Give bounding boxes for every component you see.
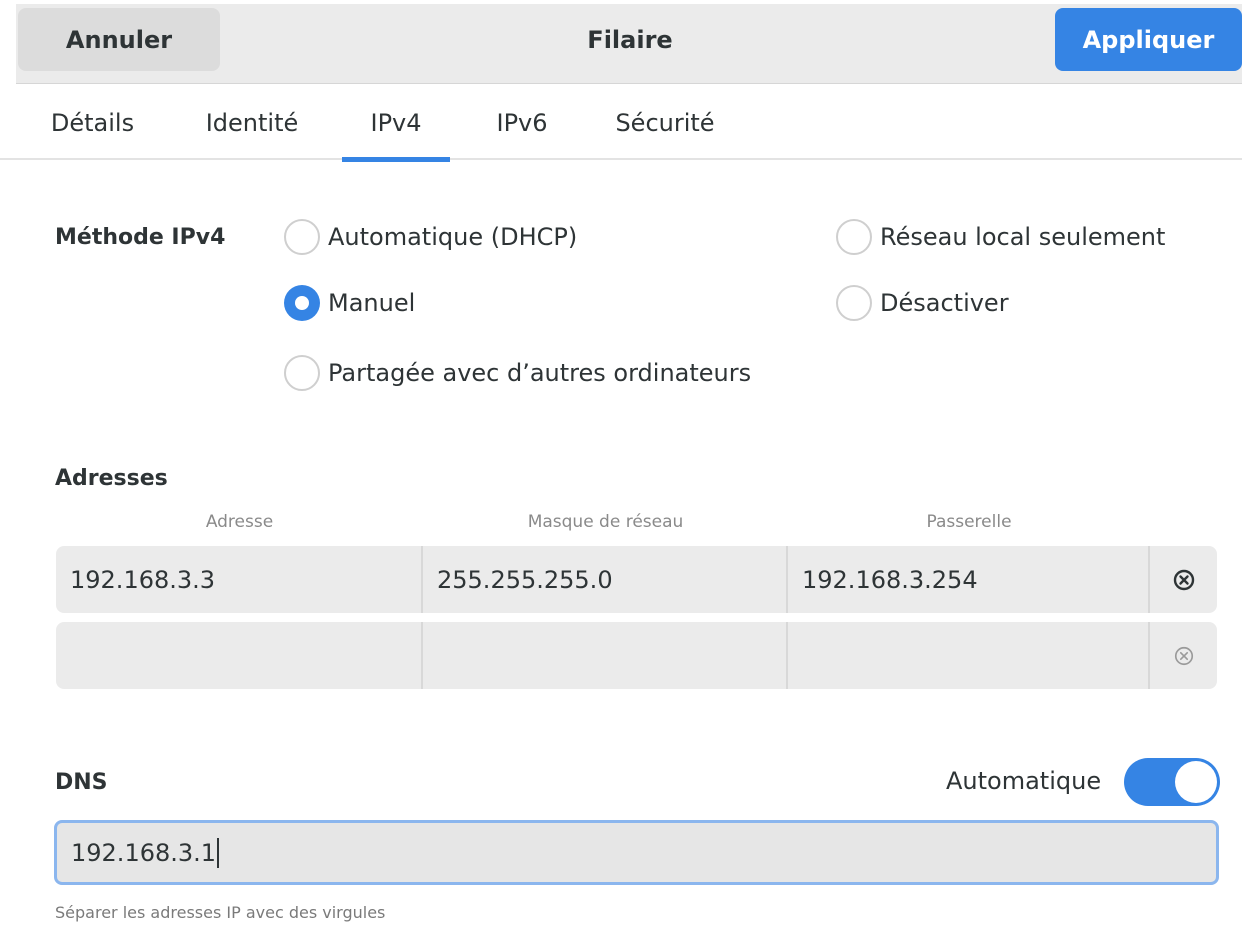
netmask-input[interactable] [423,622,788,689]
dns-auto-switch[interactable] [1124,758,1220,806]
column-header-netmask: Masque de réseau [527,512,684,532]
cancel-button[interactable]: Annuler [18,8,220,71]
column-header-gateway: Passerelle [926,512,1012,532]
tab-identity[interactable]: Identité [200,86,304,160]
tab-bar: Détails Identité IPv4 IPv6 Sécurité [0,86,1242,162]
tab-ipv6[interactable]: IPv6 [484,86,560,160]
delete-address-button[interactable] [1150,546,1217,613]
addresses-title: Adresses [55,466,168,491]
ipv4-method-label: Méthode IPv4 [55,225,226,250]
gateway-input[interactable]: 192.168.3.254 [788,546,1150,613]
radio-shared-label: Partagée avec d’autres ordinateurs [328,359,752,387]
gateway-input[interactable] [788,622,1150,689]
radio-circle[interactable] [836,219,872,255]
remove-circle-icon [1174,646,1193,665]
header-bar: Annuler Filaire Appliquer [0,0,1259,86]
radio-circle-checked[interactable] [284,285,320,321]
netmask-input[interactable]: 255.255.255.0 [423,546,788,613]
delete-address-button-disabled [1150,622,1217,689]
column-header-address: Adresse [205,512,274,532]
dns-input-value: 192.168.3.1 [71,838,217,867]
remove-circle-icon [1173,569,1194,590]
apply-button[interactable]: Appliquer [1055,8,1242,71]
radio-shared[interactable]: Partagée avec d’autres ordinateurs [284,355,751,391]
text-caret [217,837,220,868]
address-row: 192.168.3.3 255.255.255.0 192.168.3.254 [56,546,1217,613]
dns-hint: Séparer les adresses IP avec des virgule… [55,903,386,922]
radio-manual-label: Manuel [328,289,416,317]
address-row-empty [56,622,1217,689]
tab-security[interactable]: Sécurité [603,86,727,160]
radio-circle[interactable] [284,219,320,255]
radio-local-only[interactable]: Réseau local seulement [836,219,1165,255]
radio-circle[interactable] [836,285,872,321]
address-input[interactable]: 192.168.3.3 [56,546,423,613]
radio-disable[interactable]: Désactiver [836,285,1009,321]
radio-local-only-label: Réseau local seulement [880,223,1166,251]
dns-input[interactable]: 192.168.3.1 [54,820,1219,885]
tab-details[interactable]: Détails [45,86,140,160]
window-title: Filaire [587,25,673,54]
radio-circle[interactable] [284,355,320,391]
radio-manual[interactable]: Manuel [284,285,415,321]
dns-auto-label: Automatique [946,767,1102,795]
radio-dhcp-label: Automatique (DHCP) [328,223,578,251]
radio-disable-label: Désactiver [880,289,1009,317]
radio-dhcp[interactable]: Automatique (DHCP) [284,219,577,255]
switch-knob [1175,761,1217,803]
dns-title: DNS [55,770,108,795]
address-input[interactable] [56,622,423,689]
tab-ipv4[interactable]: IPv4 [342,86,450,162]
